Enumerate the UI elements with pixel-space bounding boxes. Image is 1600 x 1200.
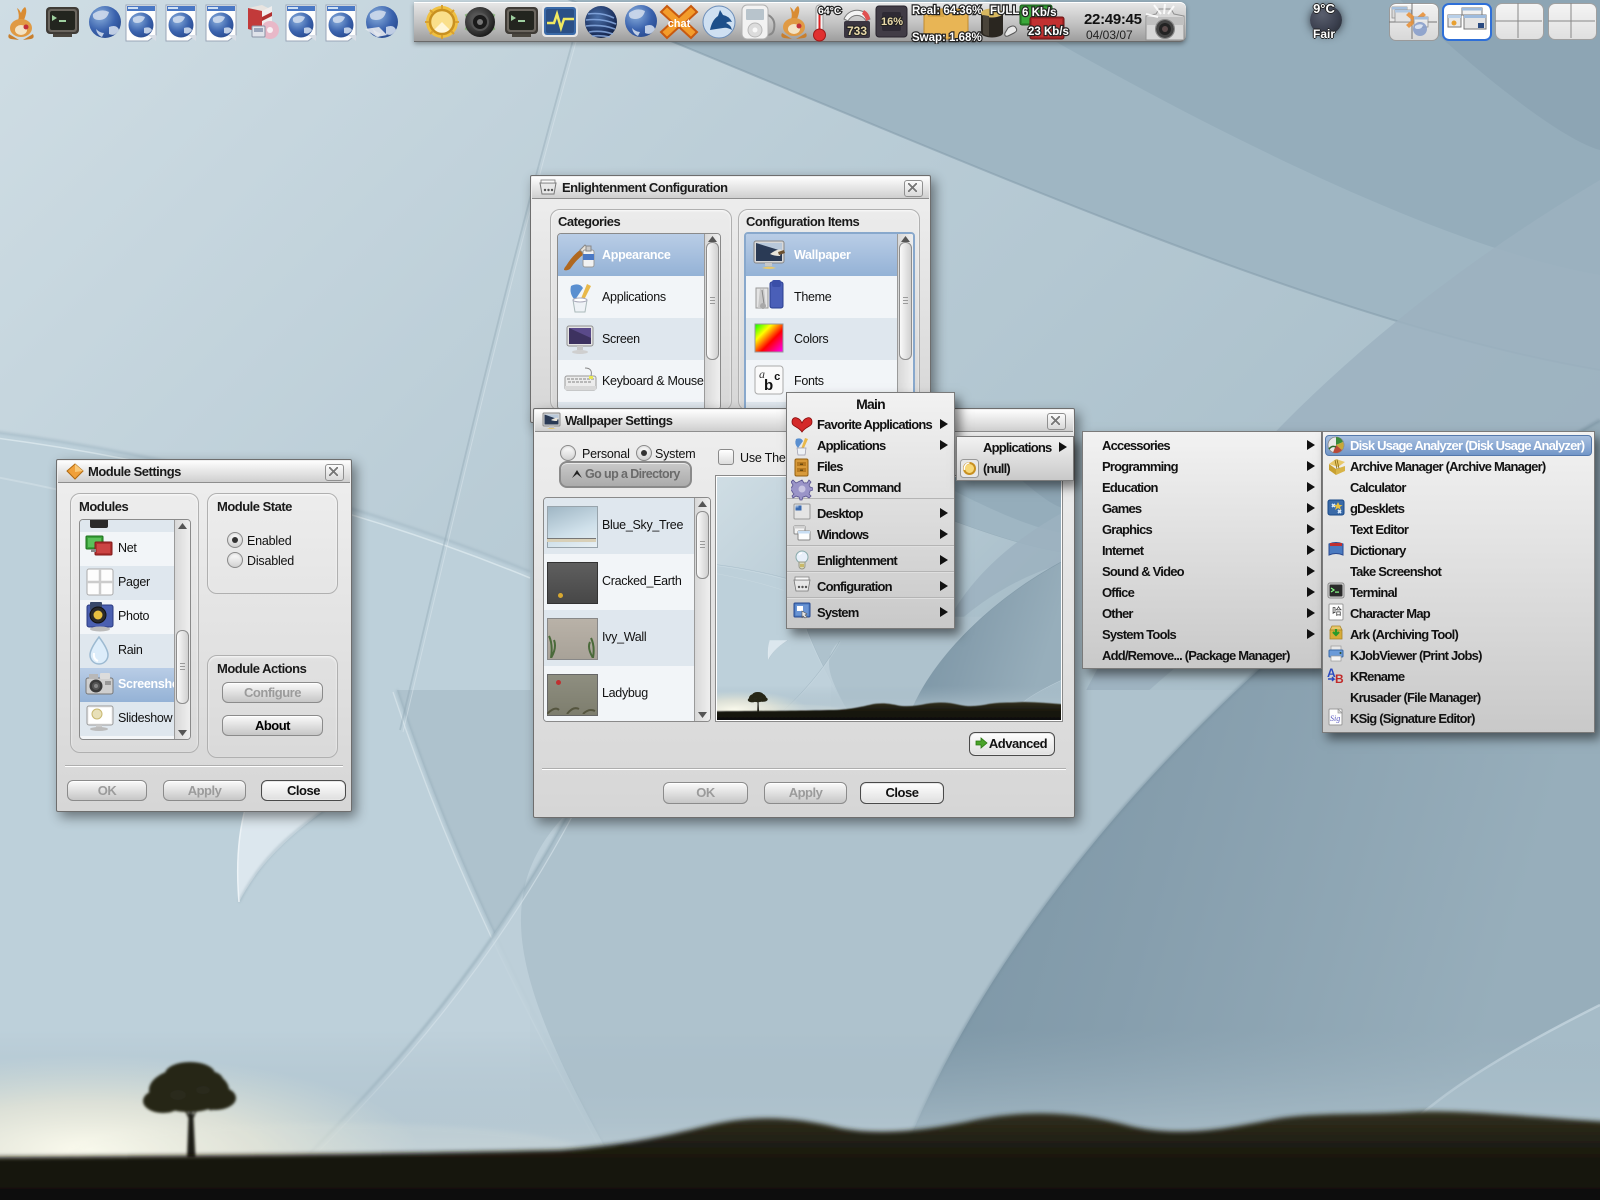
svg-text:c: c: [774, 372, 781, 384]
svg-text:Real: 64.36%: Real: 64.36%: [912, 5, 982, 17]
svg-text:6 Kb/s: 6 Kb/s: [1022, 7, 1057, 19]
svg-text:chat: chat: [668, 18, 691, 30]
svg-text:64°C: 64°C: [818, 5, 842, 17]
svg-text:b: b: [764, 377, 773, 394]
svg-text:Sig: Sig: [1330, 714, 1340, 723]
svg-text:FULL: FULL: [990, 5, 1019, 17]
svg-text:04/03/07: 04/03/07: [1086, 28, 1133, 42]
svg-text:23 Kb/s: 23 Kb/s: [1028, 26, 1069, 38]
svg-text:22:49:45: 22:49:45: [1084, 11, 1142, 28]
svg-text:733: 733: [847, 24, 867, 38]
svg-text:哈: 哈: [1332, 605, 1342, 618]
svg-text:Swap: 1.68%: Swap: 1.68%: [912, 32, 982, 44]
svg-text:16%: 16%: [881, 16, 903, 28]
svg-text:B: B: [1335, 672, 1344, 686]
